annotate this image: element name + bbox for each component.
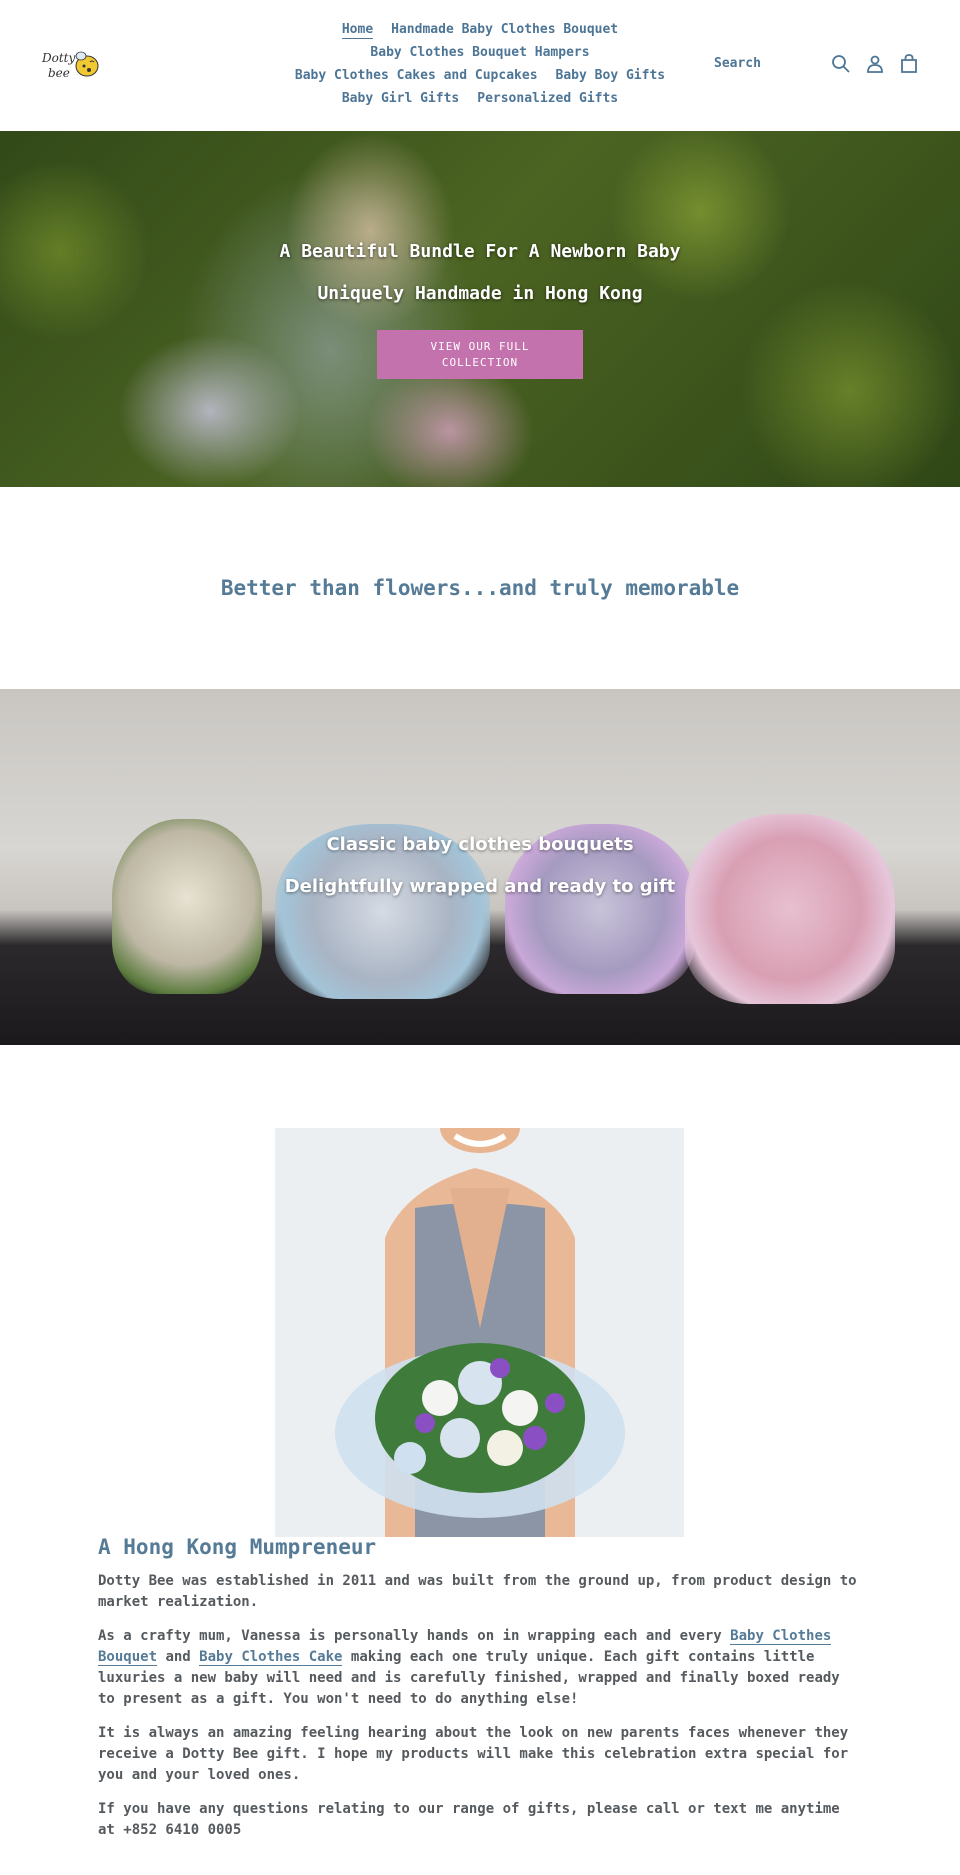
hero-subheading: Uniquely Handmade in Hong Kong: [317, 283, 643, 304]
nav-handmade-baby-clothes-bouquet[interactable]: Handmade Baby Clothes Bouquet: [391, 18, 618, 41]
about-paragraph-3: It is always an amazing feeling hearing …: [98, 1725, 849, 1783]
nav-baby-boy-gifts[interactable]: Baby Boy Gifts: [556, 64, 666, 87]
about-paragraph-4: If you have any questions relating to ou…: [98, 1801, 840, 1838]
about-p2-text-2: and: [157, 1649, 200, 1665]
founder-photo-section: [0, 1045, 960, 1537]
bouquets-heading: Classic baby clothes bouquets: [326, 834, 634, 855]
about-heading: A Hong Kong Mumpreneur: [98, 1535, 377, 1559]
site-header: Dotty bee Home Handmade Baby Clothes Bouq…: [0, 0, 960, 131]
nav-baby-clothes-cakes[interactable]: Baby Clothes Cakes and Cupcakes: [295, 64, 538, 87]
main-nav: Home Handmade Baby Clothes Bouquet Baby C…: [280, 18, 680, 110]
search-icon[interactable]: [830, 53, 852, 75]
about-p2-text-1: As a crafty mum, Vanessa is personally h…: [98, 1628, 731, 1644]
hero-banner: A Beautiful Bundle For A Newborn Baby Un…: [0, 131, 960, 487]
about-section: A Hong Kong Mumpreneur Dotty Bee was est…: [0, 1533, 960, 1841]
tagline-section: Better than flowers...and truly memorabl…: [0, 487, 960, 689]
cart-icon[interactable]: [898, 53, 920, 75]
hero-overlay: [0, 131, 960, 487]
view-collection-button[interactable]: View our full collection: [377, 330, 583, 379]
baby-clothes-cake-link[interactable]: Baby Clothes Cake: [199, 1649, 343, 1666]
hero-heading: A Beautiful Bundle For A Newborn Baby: [279, 241, 681, 262]
svg-text:bee: bee: [48, 66, 70, 80]
founder-photo: [275, 1128, 684, 1537]
about-paragraph-2: As a crafty mum, Vanessa is personally h…: [98, 1626, 862, 1710]
search-link[interactable]: Search: [714, 56, 761, 71]
dotty-bee-logo-icon: Dotty bee: [41, 51, 99, 80]
svg-text:Dotty: Dotty: [41, 51, 75, 65]
logo-link[interactable]: Dotty bee: [40, 46, 100, 84]
header-icons: [830, 53, 920, 75]
nav-home[interactable]: Home: [341, 21, 374, 39]
tagline-text: Better than flowers...and truly memorabl…: [220, 576, 740, 600]
nav-baby-girl-gifts[interactable]: Baby Girl Gifts: [342, 87, 459, 110]
bouquets-subheading: Delightfully wrapped and ready to gift: [284, 876, 676, 897]
nav-personalized-gifts[interactable]: Personalized Gifts: [477, 87, 618, 110]
nav-baby-clothes-bouquet-hampers[interactable]: Baby Clothes Bouquet Hampers: [370, 41, 589, 64]
founder-photo-illustration: [275, 1128, 684, 1537]
bouquets-banner: Classic baby clothes bouquets Delightful…: [0, 689, 960, 1045]
about-paragraph-1: Dotty Bee was established in 2011 and wa…: [98, 1573, 857, 1610]
account-icon[interactable]: [864, 53, 886, 75]
view-collection-button-label: View our full collection: [430, 339, 530, 369]
